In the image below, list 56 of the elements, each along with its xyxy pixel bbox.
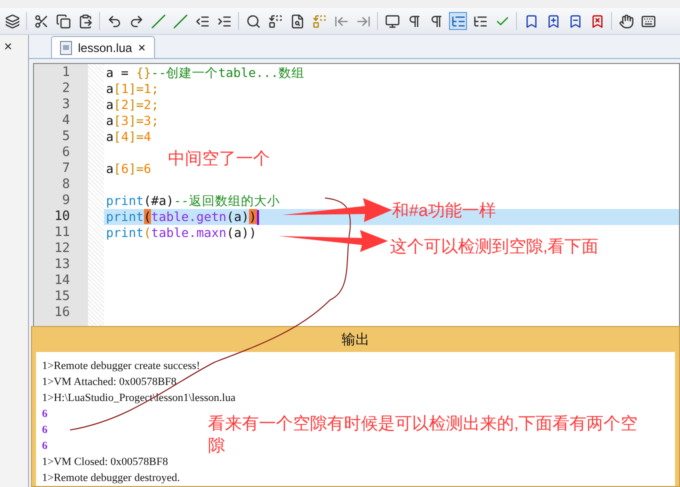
replace-icon[interactable]	[267, 13, 283, 29]
code-line: a[3]=3;	[105, 113, 159, 129]
annotation-text: 和#a功能一样	[392, 200, 496, 222]
undo-icon[interactable]	[106, 13, 122, 29]
line-number: 4	[62, 113, 70, 129]
search-icon[interactable]	[245, 13, 261, 29]
line-number: 1	[62, 65, 70, 81]
code-line: print(table.maxn(a))	[105, 225, 257, 241]
replace-in-files-icon[interactable]	[311, 13, 327, 29]
output-line: 6	[42, 423, 48, 438]
code-line: print(#a)--返回数组的大小	[105, 193, 280, 209]
line-number: 9	[62, 193, 70, 209]
close-icon[interactable]: ×	[4, 38, 12, 54]
code-line: a[6]=6	[105, 161, 152, 177]
output-line: 6	[42, 439, 48, 454]
outline-icon[interactable]	[450, 13, 466, 29]
comment-icon[interactable]	[150, 13, 166, 29]
output-line: 1>VM Attached: 0x00578BF8	[42, 375, 177, 390]
line-number: 3	[62, 97, 70, 113]
line-number: 14	[54, 273, 70, 289]
code-line: a[2]=2;	[105, 97, 159, 113]
hand-icon[interactable]	[618, 13, 634, 29]
line-number: 7	[62, 161, 70, 177]
code-line: a = {}--创建一个table...数组	[105, 65, 304, 81]
output-line: 6	[42, 407, 48, 422]
paste-icon[interactable]	[77, 13, 93, 29]
line-number: 13	[54, 257, 70, 273]
keyboard-icon[interactable]	[640, 13, 656, 29]
line-number: 16	[54, 305, 70, 321]
annotation-text: 这个可以检测到空隙,看下面	[390, 236, 599, 258]
copy-icon[interactable]	[55, 13, 71, 29]
find-in-files-icon[interactable]	[289, 13, 305, 29]
code-line: print(table.getn(a))	[105, 209, 259, 225]
output-line: 1>Remote debugger destroyed.	[42, 471, 180, 486]
annotation-text: 中间空了一个	[168, 148, 270, 170]
screen-icon[interactable]	[384, 13, 400, 29]
file-icon	[60, 40, 72, 54]
line-number: 2	[62, 81, 70, 97]
line-number: 11	[54, 225, 70, 241]
panel-title: 输出	[340, 330, 370, 348]
code-line: a[1]=1;	[105, 81, 159, 97]
line-number: 8	[62, 177, 70, 193]
output-line: 1>Remote debugger create success!	[42, 359, 200, 374]
uncomment-icon[interactable]	[172, 13, 188, 29]
cut-icon[interactable]	[33, 13, 49, 29]
redo-icon[interactable]	[128, 13, 144, 29]
line-number: 6	[62, 145, 70, 161]
close-icon[interactable]: ×	[138, 40, 146, 55]
annotation-text: 看来有一个空隙有时候是可以检测出来的,下面看有两个空隙	[208, 413, 638, 457]
code-line: a[4]=4	[105, 129, 152, 145]
line-number: 15	[54, 289, 70, 305]
line-number: 5	[62, 129, 70, 145]
line-number: 10	[54, 209, 70, 225]
output-line: 1>VM Closed: 0x00578BF8	[42, 455, 168, 470]
line-number: 12	[54, 241, 70, 257]
file-tab[interactable]: lesson.lua ×	[51, 36, 155, 58]
